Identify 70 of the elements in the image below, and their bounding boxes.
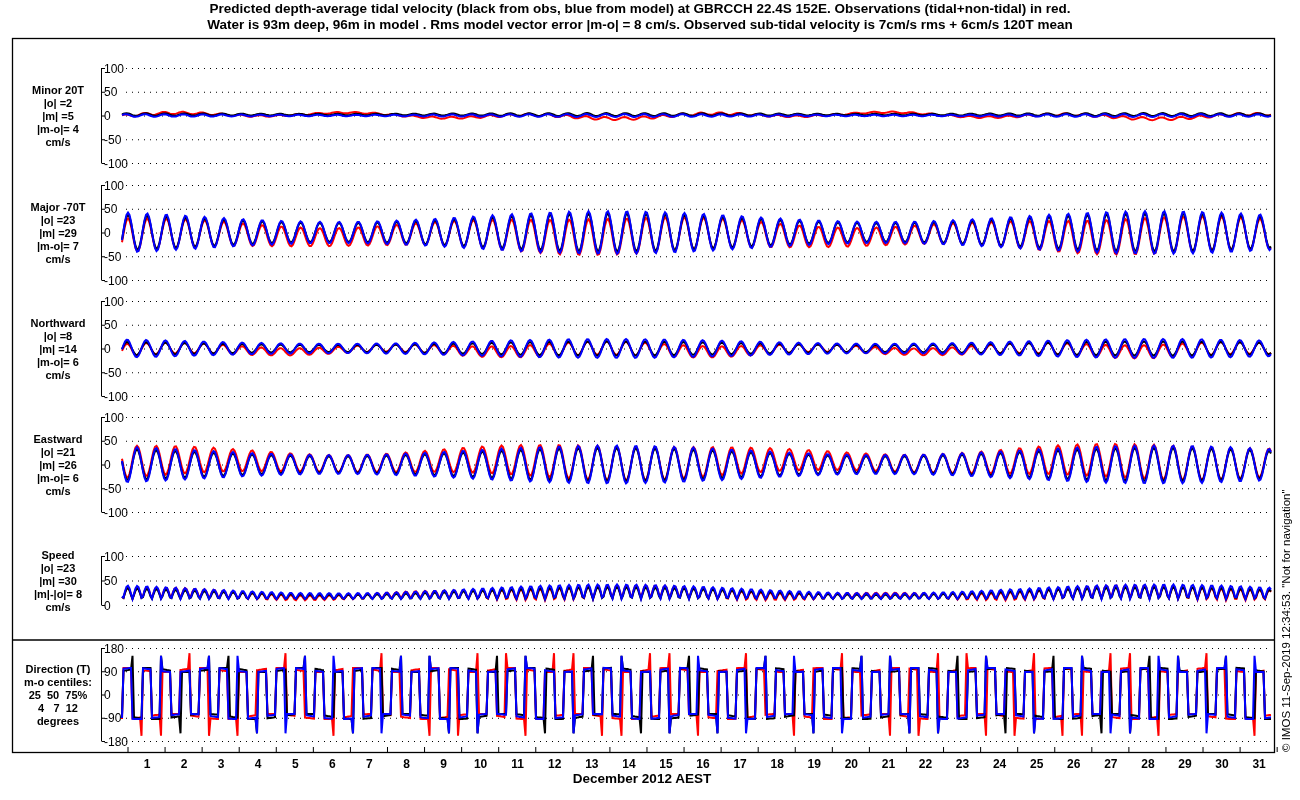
panel-label: Minor 20T |o| =2 |m| =5 |m-o|= 4 cm/s (32, 83, 84, 148)
axis-tick-label: 50 (104, 574, 118, 588)
axis-tick-label: 24 (992, 757, 1007, 771)
chart-title: Predicted depth-average tidal velocity (black from obs, blue from model) at GBRCCH 22.4S 152E. Observations (tidal+non-tidal) in red. (208, 1, 1072, 17)
axis-tick-label: 16 (696, 757, 710, 771)
axis-tick-label: 20 (844, 757, 858, 771)
axis-tick-label: 27 (1104, 757, 1118, 771)
panel-label: Eastward |o| =21 |m| =26 |m-o|= 6 cm/s (33, 432, 83, 497)
axis-tick-label: 50 (104, 202, 118, 217)
axis-tick-label: 1 (143, 757, 151, 771)
panel-label: Direction (T) m-o centiles: 25 50 75% 4 7 12 degrees (24, 662, 92, 727)
panel-label: Major -70T |o| =23 |m| =29 |m-o|= 7 cm/s (30, 200, 86, 265)
axis-tick-label: 100 (104, 294, 125, 309)
axis-tick-label: 19 (807, 757, 821, 771)
axis-tick-label: 2 (180, 757, 188, 771)
axis-tick-label: -50 (104, 365, 122, 380)
axis-tick-label: -100 (104, 505, 129, 520)
panel-label: Speed |o| =23 |m| =30 |m|-|o|= 8 cm/s (33, 548, 83, 613)
axis-tick-label: 100 (104, 549, 125, 564)
axis-tick-label: 0 (104, 109, 111, 123)
axis-tick-label: -100 (104, 389, 129, 404)
axis-tick-label: 29 (1178, 757, 1192, 771)
credit-text: © IMOS 11-Sep-2019 12:34:53. "Not for navigation" (1280, 489, 1292, 752)
axis-tick-label: 17 (733, 757, 747, 771)
axis-tick-label: 31 (1252, 757, 1266, 771)
axis-tick-label: 18 (770, 757, 784, 771)
axis-tick-label: 50 (104, 434, 118, 449)
panel-label: Northward |o| =8 |m| =14 |m-o|= 6 cm/s (30, 316, 86, 381)
axis-tick-label: -50 (104, 132, 122, 147)
axis-tick-label: 100 (104, 410, 125, 425)
axis-tick-label: 0 (104, 598, 111, 613)
axis-tick-label: 6 (329, 757, 336, 771)
chart-title: Water is 93m deep, 96m in model . Rms model vector error |m-o| = 8 cm/s. Observed sub-tidal velocity is 7cm/s rms + 6cm/s 120T mean (206, 17, 1074, 33)
axis-tick-label: 15 (659, 757, 673, 771)
axis-tick-label: 90 (104, 664, 118, 679)
axis-tick-label: 100 (104, 61, 125, 76)
axis-tick-label: 0 (104, 342, 111, 356)
axis-tick-label: 25 (1030, 757, 1044, 771)
y-axis (101, 555, 106, 606)
axis-tick-label: 14 (622, 757, 636, 771)
axis-tick-label: 0 (104, 226, 111, 240)
axis-tick-label: -100 (104, 273, 129, 288)
axis-tick-label: -180 (104, 734, 129, 749)
axis-tick-label: 13 (585, 757, 599, 771)
axis-tick-label: 9 (440, 757, 447, 771)
axis-tick-label: 0 (104, 458, 111, 472)
axis-tick-label: 11 (511, 757, 525, 771)
axis-tick-label: -90 (104, 711, 122, 726)
axis-tick-label: -50 (104, 481, 122, 496)
axis-tick-label: 180 (104, 641, 125, 656)
axis-tick-label: 100 (104, 178, 125, 193)
axis-tick-label: 23 (955, 757, 970, 771)
axis-tick-label: 12 (548, 757, 562, 771)
axis-tick-label: 50 (104, 318, 118, 333)
axis-tick-label: 22 (918, 757, 933, 771)
axis-tick-label: 7 (366, 757, 373, 771)
axis-tick-label: 3 (217, 757, 225, 771)
axis-tick-label: 10 (473, 757, 488, 771)
axis-tick-label: 21 (881, 757, 896, 771)
axis-tick-label: 28 (1141, 757, 1155, 771)
axis-tick-label: 4 (254, 757, 262, 771)
x-axis-label: December 2012 AEST (572, 771, 712, 786)
axis-tick-label: -50 (104, 249, 122, 264)
axis-tick-label: 0 (104, 688, 111, 702)
axis-tick-label: 30 (1215, 757, 1229, 771)
axis-tick-label: 26 (1067, 757, 1081, 771)
axis-tick-label: 8 (403, 757, 410, 771)
axis-tick-label: -100 (104, 156, 129, 171)
axis-tick-label: 50 (104, 85, 118, 100)
axis-tick-label: 5 (291, 757, 299, 771)
